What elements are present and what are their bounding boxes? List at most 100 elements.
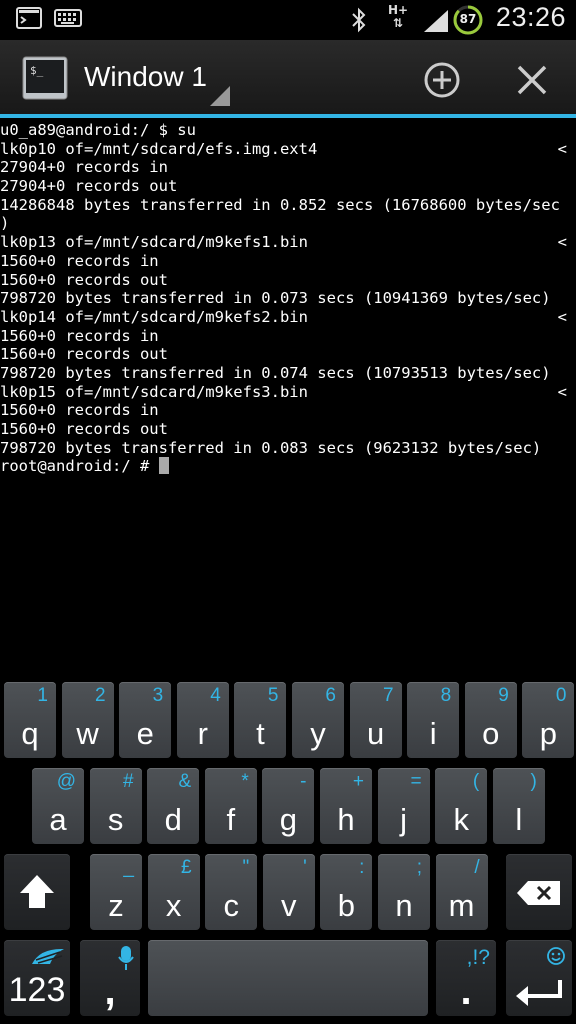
key-secondary-label: 9 xyxy=(498,685,509,706)
key-k[interactable]: k( xyxy=(435,768,488,844)
key-label: w xyxy=(76,716,99,751)
network-type-label: H+ xyxy=(388,3,409,17)
period-key[interactable]: .,!? xyxy=(436,940,496,1016)
key-label: r xyxy=(197,716,208,751)
key-secondary-label: / xyxy=(474,857,480,878)
terminal-output[interactable]: u0_a89@android:/ $ su lk0p10 of=/mnt/sdca… xyxy=(0,121,576,676)
key-secondary-label: - xyxy=(300,771,307,792)
key-s[interactable]: s # xyxy=(89,768,142,844)
key-c[interactable]: c " xyxy=(205,854,258,930)
terminal-line-text: 27904+0 records in xyxy=(0,158,168,177)
keyboard-notification-icon xyxy=(54,9,82,27)
key-secondary-label: 6 xyxy=(325,685,336,706)
key-f[interactable]: f * xyxy=(204,768,257,844)
key-label: z xyxy=(108,888,124,923)
key-b[interactable]: b: xyxy=(320,854,373,930)
key-j[interactable]: j = xyxy=(377,768,430,844)
key-label: 123 xyxy=(8,971,66,1009)
new-window-button[interactable] xyxy=(418,56,466,104)
terminal-line-text: lk0p14 of=/mnt/sdcard/m9kefs2.bin xyxy=(0,307,308,326)
key-q[interactable]: q1 xyxy=(4,682,56,758)
key-u[interactable]: u7 xyxy=(349,682,402,758)
key-label: x xyxy=(165,888,182,923)
key-secondary-label: * xyxy=(241,771,249,792)
svg-text:$_: $_ xyxy=(30,64,44,77)
terminal-line: 798720 bytes transferred in 0.083 secs (… xyxy=(0,439,576,458)
key-l[interactable]: l) xyxy=(492,768,545,844)
line-continuation-marker: < xyxy=(557,307,567,326)
network-hplus-icon: H+ ⇅ xyxy=(388,3,409,30)
key-h[interactable]: h + xyxy=(320,768,372,844)
key-secondary-label: ( xyxy=(472,771,480,792)
enter-arrow-icon xyxy=(516,980,562,1006)
key-secondary-label: 0 xyxy=(555,685,567,706)
key-secondary-label: ) xyxy=(530,771,537,792)
terminal-line: lk0p15 of=/mnt/sdcard/m9kefs3.bin < xyxy=(0,383,576,402)
key-label: p xyxy=(539,716,558,751)
battery-percent: 87 xyxy=(459,12,477,26)
key-d[interactable]: d & xyxy=(147,768,200,844)
key-label: t xyxy=(256,716,265,751)
key-secondary-label: @ xyxy=(56,771,76,792)
emoji-icon xyxy=(547,947,565,965)
key-e[interactable]: e3 xyxy=(119,682,172,758)
key-x[interactable]: x £ xyxy=(147,854,200,930)
close-window-button[interactable] xyxy=(508,56,556,104)
key-label: k xyxy=(453,802,469,837)
key-label: l xyxy=(515,802,523,837)
backspace-icon xyxy=(517,881,560,905)
key-label: . xyxy=(460,969,472,1013)
key-secondary-label: 1 xyxy=(37,685,48,706)
key-z[interactable]: z _ xyxy=(90,854,142,930)
terminal-line-text: 798720 bytes transferred in 0.083 secs (… xyxy=(0,438,542,457)
terminal-line-text: 1560+0 records in xyxy=(0,326,159,345)
shift-key[interactable] xyxy=(4,854,70,930)
swiftkey-keyboard: q 1 w 2 e 3 r 4 t 5 y 6 u 7 i 8 o 9 p 0 a @ s # d & f * g - h + j = k(l) z _… xyxy=(0,676,576,1024)
key-n[interactable]: n; xyxy=(378,854,430,930)
key-p[interactable]: p0 xyxy=(522,682,575,758)
key-secondary-label: 5 xyxy=(267,685,279,706)
key-label: o xyxy=(482,716,500,751)
key-i[interactable]: i8 xyxy=(407,682,460,758)
status-bar: H+ ⇅ 87 23:26 xyxy=(0,0,576,40)
key-t[interactable]: t5 xyxy=(234,682,287,758)
terminal-line: 1560+0 records in xyxy=(0,401,576,420)
line-continuation-marker: < xyxy=(557,139,567,158)
comma-key[interactable]: , xyxy=(80,940,140,1016)
key-v[interactable]: v ' xyxy=(262,854,315,930)
terminal-line: lk0p14 of=/mnt/sdcard/m9kefs2.bin < xyxy=(0,308,576,327)
key-m[interactable]: m / xyxy=(435,854,488,930)
key-secondary-label: _ xyxy=(123,857,134,878)
key-secondary-label: 2 xyxy=(95,685,106,706)
clock: 23:26 xyxy=(495,2,566,32)
key-label: g xyxy=(279,802,298,837)
key-w[interactable]: w2 xyxy=(61,682,114,758)
key-g[interactable]: g- xyxy=(262,768,315,844)
terminal-line-text: u0_a89@android:/ $ su xyxy=(0,121,196,139)
terminal-line-text: 1560+0 records out xyxy=(0,345,168,364)
terminal-app-icon[interactable]: $_ xyxy=(22,56,68,100)
terminal-line: 27904+0 records in xyxy=(0,158,576,177)
terminal-line: lk0p13 of=/mnt/sdcard/m9kefs1.bin < xyxy=(0,233,576,252)
terminal-line: 1560+0 records out xyxy=(0,345,576,364)
terminal-line: lk0p10 of=/mnt/sdcard/efs.img.ext4 < xyxy=(0,140,576,159)
key-y[interactable]: y6 xyxy=(292,682,344,758)
key-label: q xyxy=(21,716,39,751)
window-spinner-icon[interactable] xyxy=(210,86,230,106)
terminal-prompt-line[interactable]: root@android:/ # xyxy=(0,457,576,476)
key-a[interactable]: a @ xyxy=(32,768,84,844)
symbols-key[interactable]: 123 xyxy=(4,940,70,1016)
space-key[interactable] xyxy=(148,940,428,1016)
key-label: b xyxy=(337,888,356,923)
key-secondary-label: 4 xyxy=(210,685,221,706)
key-o[interactable]: o9 xyxy=(464,682,517,758)
key-secondary-label: ,!? xyxy=(466,946,490,969)
backspace-key[interactable] xyxy=(506,854,572,930)
window-title[interactable]: Window 1 xyxy=(84,61,207,93)
key-secondary-label: # xyxy=(123,771,134,792)
key-r[interactable]: r4 xyxy=(176,682,229,758)
key-label: h xyxy=(337,802,355,837)
key-secondary-label: 3 xyxy=(152,685,164,706)
line-continuation-marker: < xyxy=(557,382,567,401)
enter-key[interactable] xyxy=(506,940,572,1016)
